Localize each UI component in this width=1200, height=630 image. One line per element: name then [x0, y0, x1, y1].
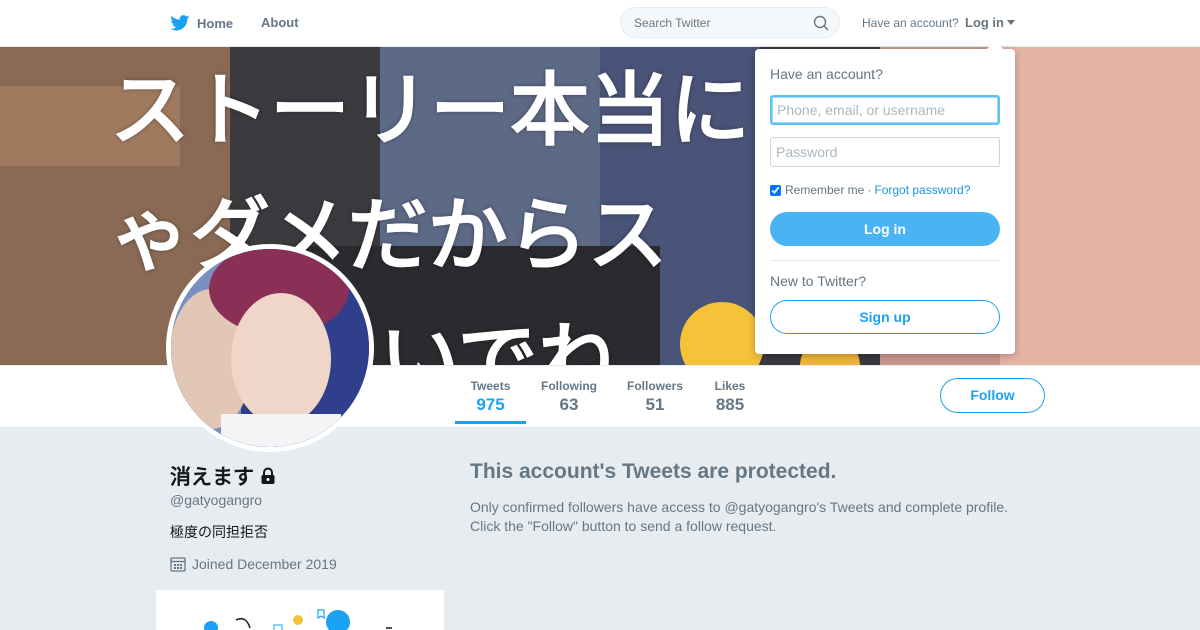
stat-likes[interactable]: Likes 885: [708, 379, 752, 415]
stat-label: Tweets: [470, 379, 511, 393]
avatar[interactable]: [166, 244, 374, 452]
stat-label: Likes: [714, 379, 746, 393]
username-field[interactable]: [770, 95, 1000, 125]
remember-me-label[interactable]: Remember me: [785, 183, 864, 197]
forgot-password-link[interactable]: Forgot password?: [874, 183, 970, 197]
login-dropdown-toggle[interactable]: Log in: [965, 15, 1015, 30]
top-navigation-bar: Home About Search Twitter Have an accoun…: [0, 0, 1200, 47]
password-field[interactable]: [770, 137, 1000, 167]
new-to-twitter-text: New to Twitter?: [770, 273, 867, 289]
signup-button[interactable]: Sign up: [770, 300, 1000, 334]
stat-value: 51: [645, 395, 665, 414]
protected-description: Only confirmed followers have access to …: [470, 499, 1009, 534]
media-thumbnail: [204, 609, 392, 630]
nav-about-label: About: [261, 15, 299, 30]
nav-home-link[interactable]: Home: [170, 15, 233, 31]
stat-following[interactable]: Following 63: [536, 379, 602, 415]
protected-title: This account's Tweets are protected.: [470, 460, 837, 483]
profile-joined: Joined December 2019: [170, 556, 337, 572]
profile-joined-text: Joined December 2019: [192, 556, 337, 572]
banner-caption-line1: ストーリー本当に: [110, 64, 750, 157]
lock-icon: [261, 467, 275, 484]
twitter-bird-icon: [170, 15, 190, 31]
stat-tweets[interactable]: Tweets 975: [455, 379, 526, 424]
stat-label: Followers: [626, 379, 683, 393]
stat-label: Following: [541, 379, 597, 393]
profile-name: 消えます: [170, 461, 276, 491]
stat-followers[interactable]: Followers 51: [622, 379, 688, 415]
avatar-image: [171, 249, 369, 447]
dropdown-heading: Have an account?: [770, 66, 883, 82]
profile-name-text: 消えます: [170, 466, 254, 489]
stat-value: 975: [476, 395, 505, 414]
follow-button[interactable]: Follow: [940, 378, 1045, 413]
caret-down-icon: [1007, 20, 1015, 25]
banner-caption-line3: いでね: [380, 314, 618, 365]
have-account-text: Have an account?: [862, 16, 959, 30]
search-input[interactable]: Search Twitter: [620, 7, 840, 38]
stat-value: 885: [715, 395, 745, 414]
nav-about-link[interactable]: About: [261, 15, 299, 30]
login-button[interactable]: Log in: [770, 212, 1000, 246]
stat-value: 63: [559, 395, 579, 414]
login-toggle-label: Log in: [965, 15, 1004, 30]
banner-caption-line2: ゃダメだからス: [110, 189, 668, 282]
separator-dot: ·: [867, 183, 872, 197]
nav-home-label: Home: [197, 15, 234, 31]
dropdown-caret-icon: [987, 41, 1003, 49]
profile-handle[interactable]: @gatyogangro: [170, 492, 262, 508]
profile-bio: 極度の同担拒否: [170, 524, 268, 540]
calendar-icon: [170, 557, 186, 572]
remember-me-row: Remember me · Forgot password?: [770, 183, 970, 197]
search-placeholder: Search Twitter: [634, 16, 711, 30]
avatar-photo: [171, 249, 369, 447]
media-card[interactable]: [156, 590, 444, 630]
search-icon[interactable]: [813, 15, 829, 31]
dropdown-divider: [770, 260, 1000, 261]
remember-me-checkbox[interactable]: [770, 184, 781, 196]
login-dropdown: Have an account? Remember me · Forgot pa…: [755, 49, 1015, 354]
